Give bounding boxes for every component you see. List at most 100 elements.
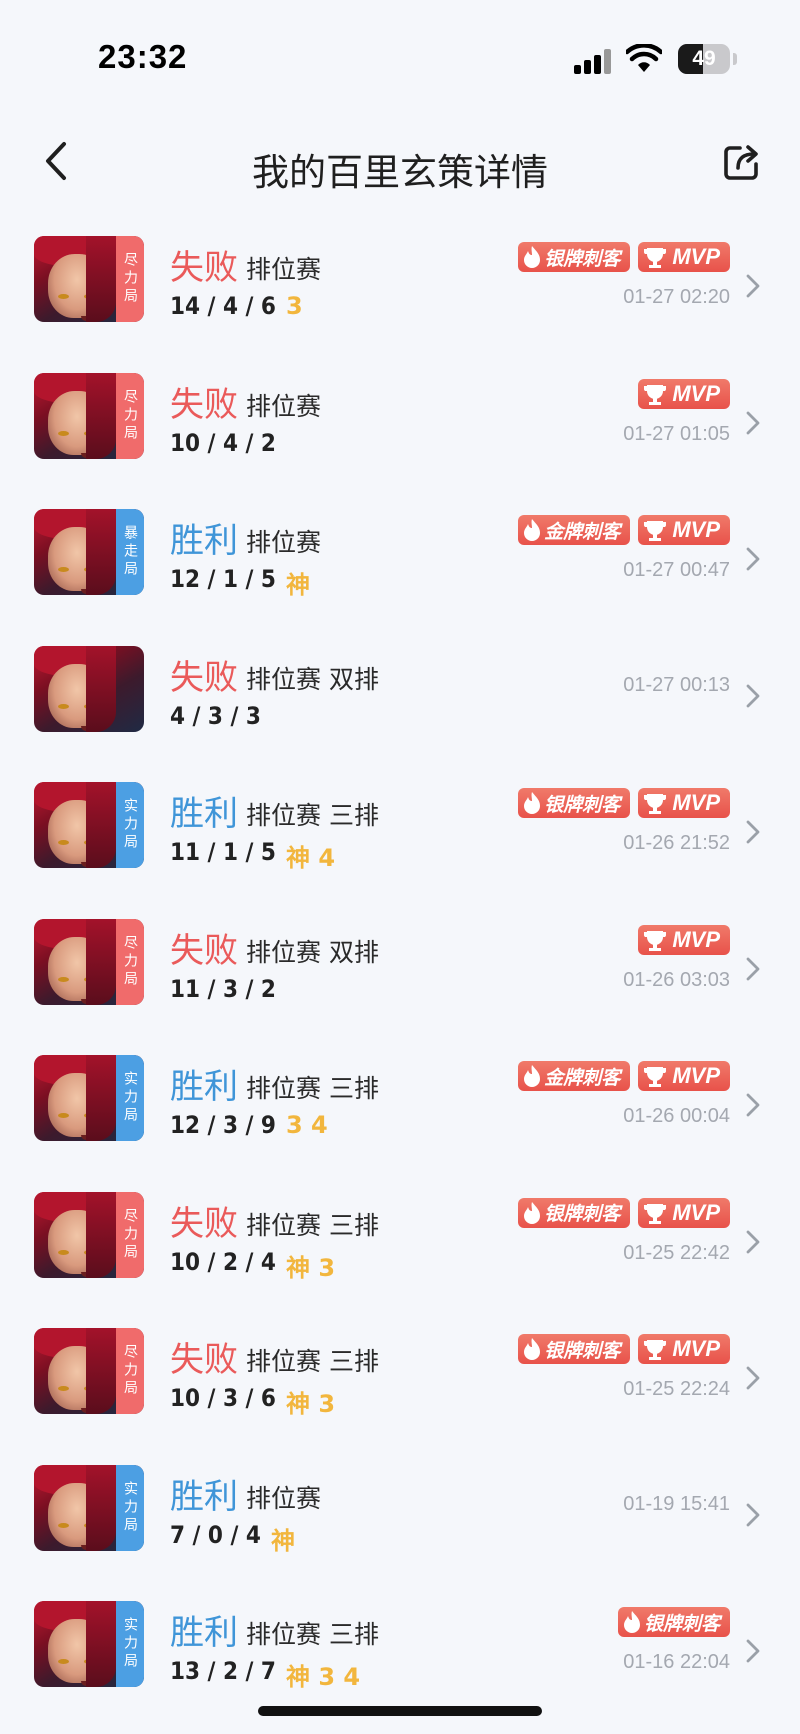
- honor-badges: 银牌刺客 MVP: [518, 242, 730, 274]
- rank-badge: 银牌刺客: [518, 1334, 631, 1364]
- match-tag: 实力局: [116, 1055, 144, 1141]
- badge-label: MVP: [672, 517, 720, 542]
- share-icon[interactable]: [720, 140, 764, 184]
- match-list: 尽力局 失败 排位赛 14 / 4 / 63 银牌刺客 MVP 01-27 02:20…: [0, 220, 800, 1722]
- flame-icon: [524, 792, 541, 814]
- badge-label: MVP: [672, 244, 720, 269]
- badge-label: 银牌刺客: [544, 247, 621, 270]
- kda-badges: 神 3 4: [286, 1663, 361, 1691]
- rank-badge: 银牌刺客: [518, 1197, 631, 1228]
- kda-badges: 3: [286, 292, 303, 320]
- match-row[interactable]: 实力局 胜利 排位赛 三排 12 / 3 / 9 3 4 金牌刺客 MVP 01-26 …: [0, 1039, 800, 1176]
- mvp-badge: MVP: [638, 242, 730, 272]
- match-row[interactable]: 实力局 胜利 排位赛 三排 13 / 2 / 7 神 3 4 银牌刺客 01-16 22…: [0, 1585, 800, 1722]
- match-row[interactable]: 实力局 胜利 排位赛 7 / 0 / 4 神 01-19 15:41: [0, 1449, 800, 1586]
- match-tag: 实力局: [116, 782, 144, 868]
- match-tag: 尽力局: [116, 372, 144, 459]
- match-result: 失败: [170, 1203, 238, 1244]
- match-result: 失败: [170, 930, 238, 971]
- match-kda: 11 / 1 / 5: [170, 838, 276, 866]
- match-kda: 10 / 3 / 6: [170, 1384, 276, 1412]
- honor-badges: 银牌刺客 MVP: [518, 1197, 730, 1230]
- cellular-signal-icon: [574, 48, 612, 74]
- match-kda: 13 / 2 / 7: [170, 1657, 276, 1685]
- match-time: 01-25 22:24: [623, 1378, 730, 1400]
- badge-label: 银牌刺客: [544, 793, 621, 816]
- match-mode: 排位赛: [246, 1483, 322, 1513]
- match-row[interactable]: 失败 排位赛 双排 4 / 3 / 3 01-27 00:13: [0, 630, 800, 767]
- honor-badges: MVP: [638, 378, 730, 411]
- badge-label: MVP: [672, 1063, 720, 1088]
- match-tag: 尽力局: [116, 1328, 144, 1414]
- wifi-icon: [626, 44, 662, 72]
- match-time: 01-26 03:03: [623, 968, 730, 991]
- match-row[interactable]: 尽力局 失败 排位赛 双排 11 / 3 / 2 MVP 01-26 03:03: [0, 903, 800, 1040]
- match-mode: 排位赛: [246, 528, 322, 557]
- badge-label: MVP: [672, 380, 720, 406]
- match-tag: 实力局: [116, 1601, 144, 1687]
- match-tag: 尽力局: [116, 236, 144, 322]
- chevron-right-icon: [746, 957, 760, 980]
- trophy-icon: [644, 384, 667, 405]
- kda-badges: 神 3: [286, 1390, 336, 1418]
- match-row[interactable]: 尽力局 失败 排位赛 三排 10 / 3 / 6 神 3 银牌刺客 MVP 01-25 …: [0, 1312, 800, 1449]
- badge-label: MVP: [672, 1336, 720, 1361]
- chevron-right-icon: [746, 411, 760, 434]
- mvp-badge: MVP: [638, 378, 730, 409]
- match-result: 失败: [170, 248, 238, 288]
- mvp-badge: MVP: [638, 1197, 730, 1228]
- match-result: 胜利: [170, 1476, 238, 1517]
- match-row[interactable]: 尽力局 失败 排位赛 14 / 4 / 6 3 银牌刺客 MVP 01-27 02:20: [0, 220, 800, 357]
- trophy-icon: [644, 794, 667, 814]
- kda-badges: 3 4: [286, 1111, 328, 1139]
- badge-label: 银牌刺客: [544, 1203, 621, 1225]
- match-mode: 排位赛 三排: [246, 1210, 379, 1240]
- mvp-badge: MVP: [638, 1334, 730, 1364]
- status-bar: 23:32 49: [0, 0, 800, 110]
- match-row[interactable]: 暴走局 胜利 排位赛 12 / 1 / 5 神 金牌刺客 MVP 01-27 00:47: [0, 493, 800, 630]
- match-time: 01-25 22:42: [623, 1241, 730, 1264]
- rank-badge: 银牌刺客: [617, 1607, 730, 1637]
- match-mode: 排位赛 三排: [246, 1074, 379, 1103]
- chevron-right-icon: [746, 1366, 760, 1390]
- flame-icon: [524, 246, 541, 268]
- match-row[interactable]: 尽力局 失败 排位赛 三排 10 / 2 / 4 神 3 银牌刺客 MVP 01-25 …: [0, 1176, 800, 1313]
- match-mode: 排位赛: [246, 255, 322, 284]
- match-tag: 尽力局: [116, 1191, 144, 1278]
- home-indicator: [258, 1706, 542, 1716]
- chevron-right-icon: [746, 1639, 760, 1663]
- badge-label: 金牌刺客: [544, 1066, 621, 1089]
- status-time: 23:32: [98, 38, 188, 75]
- match-time: 01-27 00:13: [623, 673, 730, 696]
- battery-tip: [733, 53, 737, 65]
- navigation-bar: 我的百里玄策详情: [0, 118, 800, 214]
- chevron-right-icon: [746, 1230, 760, 1253]
- match-row[interactable]: 实力局 胜利 排位赛 三排 11 / 1 / 5 神 4 银牌刺客 MVP 01-26 …: [0, 766, 800, 903]
- rank-badge: 银牌刺客: [518, 242, 631, 272]
- match-time: 01-27 00:47: [623, 559, 730, 581]
- match-kda: 7 / 0 / 4: [170, 1520, 261, 1549]
- match-result: 胜利: [170, 794, 238, 834]
- match-row[interactable]: 尽力局 失败 排位赛 10 / 4 / 2 MVP 01-27 01:05: [0, 357, 800, 494]
- flame-icon: [524, 1338, 541, 1360]
- match-tag: 尽力局: [116, 918, 144, 1005]
- match-time: 01-27 01:05: [623, 422, 730, 445]
- match-tag: 实力局: [116, 1464, 144, 1551]
- badge-label: 银牌刺客: [643, 1612, 720, 1635]
- match-mode: 排位赛 双排: [246, 664, 379, 694]
- flame-icon: [524, 519, 541, 541]
- badge-label: 银牌刺客: [544, 1339, 621, 1362]
- trophy-icon: [644, 1340, 667, 1360]
- chevron-right-icon: [746, 684, 760, 707]
- kda-badges: 神: [286, 571, 310, 599]
- match-result: 失败: [170, 657, 238, 698]
- flame-icon: [623, 1611, 640, 1633]
- match-time: 01-26 21:52: [623, 832, 730, 854]
- mvp-badge: MVP: [638, 515, 730, 545]
- match-result: 失败: [170, 1340, 238, 1380]
- badge-label: MVP: [672, 790, 720, 815]
- match-result: 胜利: [170, 521, 238, 561]
- match-result: 失败: [170, 384, 238, 425]
- mvp-badge: MVP: [638, 1061, 730, 1091]
- honor-badges: 金牌刺客 MVP: [518, 515, 730, 547]
